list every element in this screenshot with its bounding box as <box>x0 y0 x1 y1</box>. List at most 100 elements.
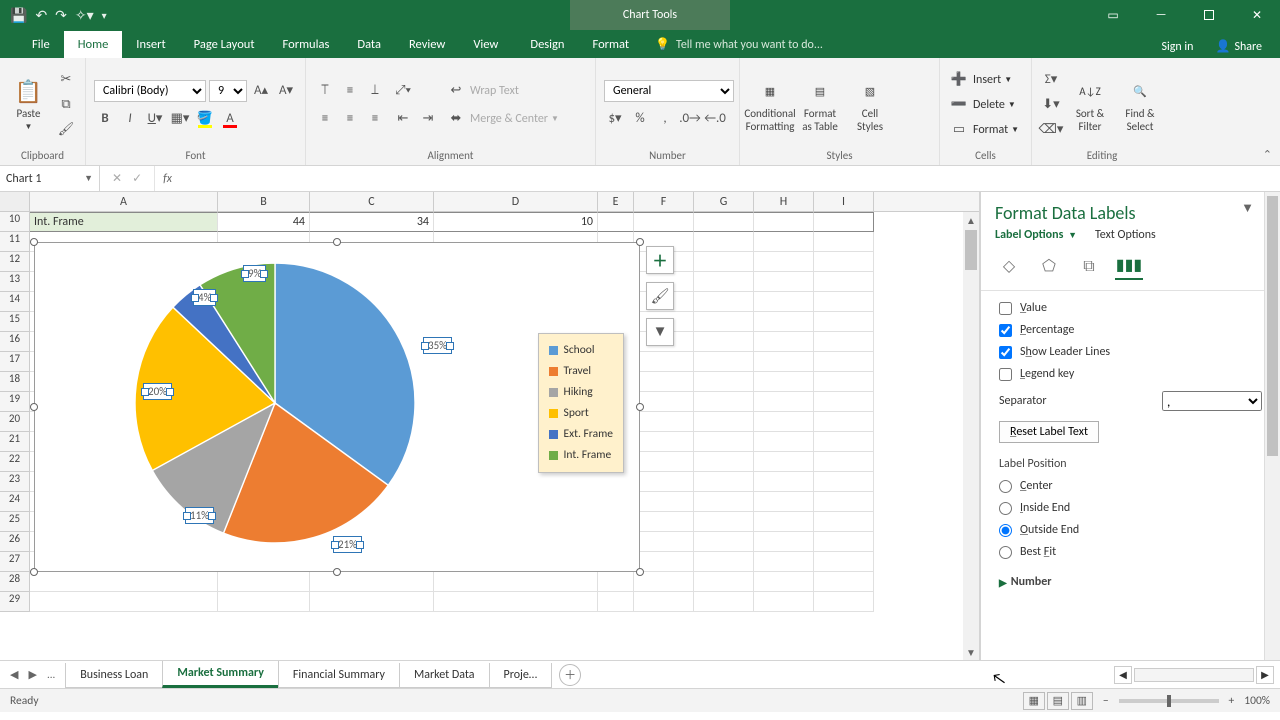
cell[interactable] <box>634 352 694 372</box>
col-header[interactable]: C <box>310 192 434 211</box>
data-label[interactable]: 35% <box>423 337 452 354</box>
collapse-ribbon-icon[interactable]: ⌃ <box>1263 148 1272 161</box>
tab-file[interactable]: File <box>18 31 64 58</box>
tab-nav-overflow[interactable]: ... <box>47 668 55 681</box>
increase-indent-icon[interactable]: ⇥ <box>417 108 439 130</box>
cell[interactable] <box>694 352 754 372</box>
cell[interactable] <box>634 572 694 592</box>
cell[interactable] <box>694 492 754 512</box>
cell[interactable] <box>310 592 434 612</box>
underline-button[interactable]: U▾ <box>144 108 166 130</box>
chart-elements-button[interactable]: ＋ <box>646 246 674 274</box>
scroll-track[interactable] <box>1134 668 1254 682</box>
cell[interactable] <box>754 212 814 232</box>
cell[interactable] <box>598 592 634 612</box>
close-icon[interactable]: ✕ <box>1234 0 1280 30</box>
merge-center-button[interactable]: ⬌Merge & Center▼ <box>445 108 559 130</box>
percent-icon[interactable]: % <box>629 108 651 130</box>
scroll-down-icon[interactable]: ▼ <box>963 644 979 660</box>
resize-handle[interactable] <box>30 568 38 576</box>
cell[interactable] <box>754 352 814 372</box>
tab-formulas[interactable]: Formulas <box>269 31 344 58</box>
cell[interactable] <box>694 312 754 332</box>
font-color-button[interactable]: A <box>219 108 241 130</box>
cell[interactable] <box>754 472 814 492</box>
legend-item[interactable]: Int. Frame <box>549 445 613 466</box>
share-button[interactable]: 👤Share <box>1209 35 1268 58</box>
zoom-level[interactable]: 100% <box>1244 694 1270 708</box>
radio-outside-end[interactable]: Outside End <box>999 519 1262 541</box>
label-options-icon[interactable]: ▮▮▮ <box>1115 252 1143 280</box>
scroll-right-icon[interactable]: ▶ <box>1256 666 1274 684</box>
size-properties-icon[interactable]: ⧉ <box>1075 252 1103 280</box>
tab-insert[interactable]: Insert <box>122 31 179 58</box>
number-format-select[interactable]: General <box>604 80 734 102</box>
row-header[interactable]: 11 <box>0 232 30 252</box>
cell[interactable] <box>634 412 694 432</box>
fill-line-icon[interactable]: ◇ <box>995 252 1023 280</box>
pane-scrollbar[interactable] <box>1264 192 1280 660</box>
cell[interactable] <box>694 592 754 612</box>
cell[interactable]: Int. Frame <box>30 212 218 232</box>
cell[interactable] <box>694 552 754 572</box>
row-header[interactable]: 24 <box>0 492 30 512</box>
decrease-font-icon[interactable]: A▾ <box>275 80 297 102</box>
cell[interactable] <box>634 492 694 512</box>
cell[interactable] <box>814 492 874 512</box>
radio-center[interactable]: Center <box>999 475 1262 497</box>
font-size-select[interactable]: 9 <box>209 80 247 102</box>
cell[interactable] <box>814 532 874 552</box>
cell[interactable] <box>694 532 754 552</box>
tab-view[interactable]: View <box>459 31 512 58</box>
align-right-icon[interactable]: ≡ <box>364 108 386 130</box>
cell[interactable] <box>218 592 310 612</box>
decrease-decimal-icon[interactable]: ←.0 <box>704 108 726 130</box>
format-cells-button[interactable]: ▭Format▼ <box>948 119 1019 141</box>
cell[interactable] <box>754 592 814 612</box>
cell[interactable] <box>814 212 874 232</box>
chart-legend[interactable]: SchoolTravelHikingSportExt. FrameInt. Fr… <box>538 333 624 473</box>
cell[interactable] <box>754 492 814 512</box>
effects-icon[interactable]: ⬠ <box>1035 252 1063 280</box>
italic-button[interactable]: I <box>119 108 141 130</box>
align-bottom-icon[interactable]: ⟘ <box>364 80 386 102</box>
formula-input[interactable] <box>180 166 1280 191</box>
resize-handle[interactable] <box>30 403 38 411</box>
wrap-text-button[interactable]: ↩Wrap Text <box>445 80 559 102</box>
cell[interactable] <box>694 572 754 592</box>
tab-data[interactable]: Data <box>343 31 395 58</box>
save-icon[interactable]: 💾 <box>10 7 27 24</box>
clear-icon[interactable]: ⌫▾ <box>1040 119 1062 141</box>
text-options-tab[interactable]: Text Options <box>1095 228 1156 242</box>
maximize-icon[interactable] <box>1186 0 1232 30</box>
col-header[interactable]: H <box>754 192 814 211</box>
col-header[interactable]: E <box>598 192 634 211</box>
reset-label-text-button[interactable]: Reset Label Text <box>999 421 1099 443</box>
cell[interactable] <box>694 472 754 492</box>
cell[interactable] <box>634 592 694 612</box>
cell[interactable] <box>754 532 814 552</box>
minimize-icon[interactable]: — <box>1138 0 1184 30</box>
cell[interactable] <box>814 332 874 352</box>
legend-item[interactable]: Hiking <box>549 382 613 403</box>
col-header[interactable]: D <box>434 192 598 211</box>
chevron-down-icon[interactable]: ▼ <box>84 173 93 184</box>
find-select-button[interactable]: 🔍Find & Select <box>1118 62 1162 147</box>
tab-nav-prev-icon[interactable]: ◀ <box>10 668 18 681</box>
check-percentage[interactable]: Percentage <box>999 319 1262 341</box>
currency-icon[interactable]: $▾ <box>604 108 626 130</box>
cell[interactable] <box>814 572 874 592</box>
row-header[interactable]: 28 <box>0 572 30 592</box>
fill-icon[interactable]: ⬇▾ <box>1040 94 1062 116</box>
worksheet-grid[interactable]: A B C D E F G H I 10Int. Frame4434101112… <box>0 192 980 660</box>
data-label[interactable]: 4% <box>193 289 216 306</box>
new-sheet-button[interactable]: ＋ <box>559 664 581 686</box>
pie-chart-object[interactable]: 35% 21% 11% 20% 4% 9% SchoolTravelHiking… <box>34 242 640 572</box>
worksheet-tab[interactable]: Market Summary <box>162 661 279 688</box>
cell[interactable] <box>694 432 754 452</box>
comma-icon[interactable]: , <box>654 108 676 130</box>
legend-item[interactable]: Travel <box>549 361 613 382</box>
resize-handle[interactable] <box>636 238 644 246</box>
enter-formula-icon[interactable]: ✓ <box>132 171 142 186</box>
col-header[interactable]: G <box>694 192 754 211</box>
